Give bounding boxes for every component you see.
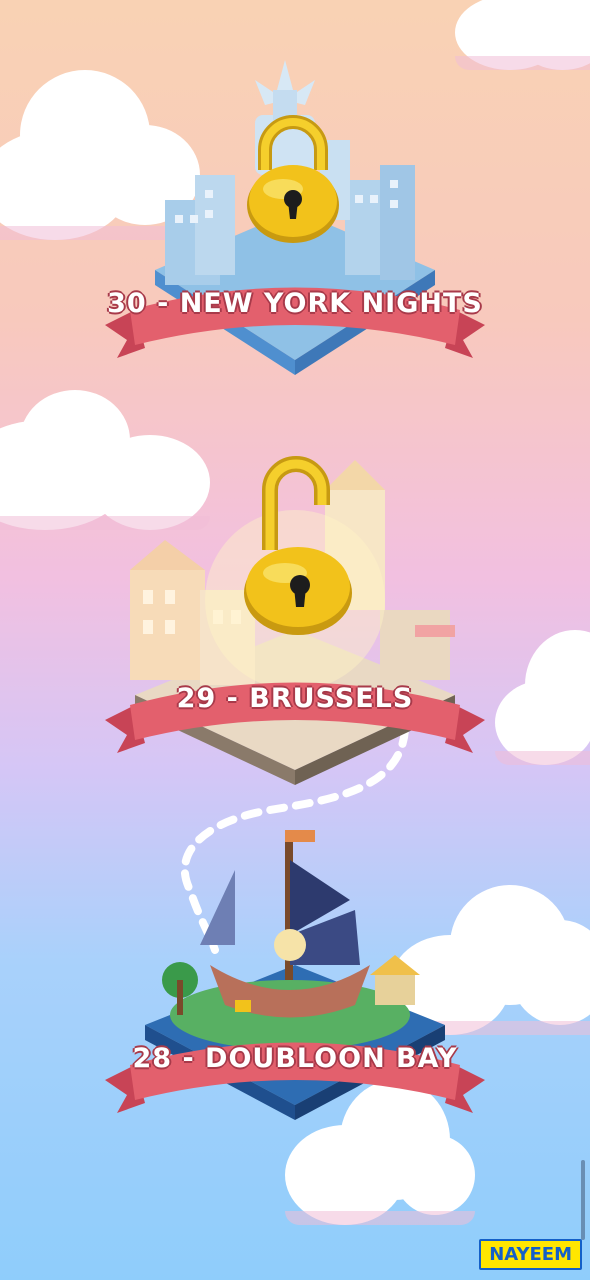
level-card-29[interactable]: 29 - BRUSSELS xyxy=(0,440,590,790)
level-ribbon-28: 28 - DOUBLOON BAY xyxy=(105,1025,485,1115)
scrollbar[interactable] xyxy=(581,1160,585,1240)
level-ribbon-30: 30 - NEW YORK NIGHTS xyxy=(105,270,485,360)
level-title: 28 - DOUBLOON BAY xyxy=(132,1043,458,1074)
padlock-closed-icon xyxy=(247,115,339,243)
level-title: 30 - NEW YORK NIGHTS xyxy=(107,288,483,319)
level-ribbon-29: 29 - BRUSSELS xyxy=(105,665,485,755)
padlock-open-icon xyxy=(244,456,352,635)
level-card-30[interactable]: 30 - NEW YORK NIGHTS xyxy=(0,40,590,380)
watermark-label: NAYEEM xyxy=(479,1239,582,1270)
level-card-28[interactable]: 28 - DOUBLOON BAY xyxy=(0,815,590,1135)
level-title: 29 - BRUSSELS xyxy=(176,683,414,714)
